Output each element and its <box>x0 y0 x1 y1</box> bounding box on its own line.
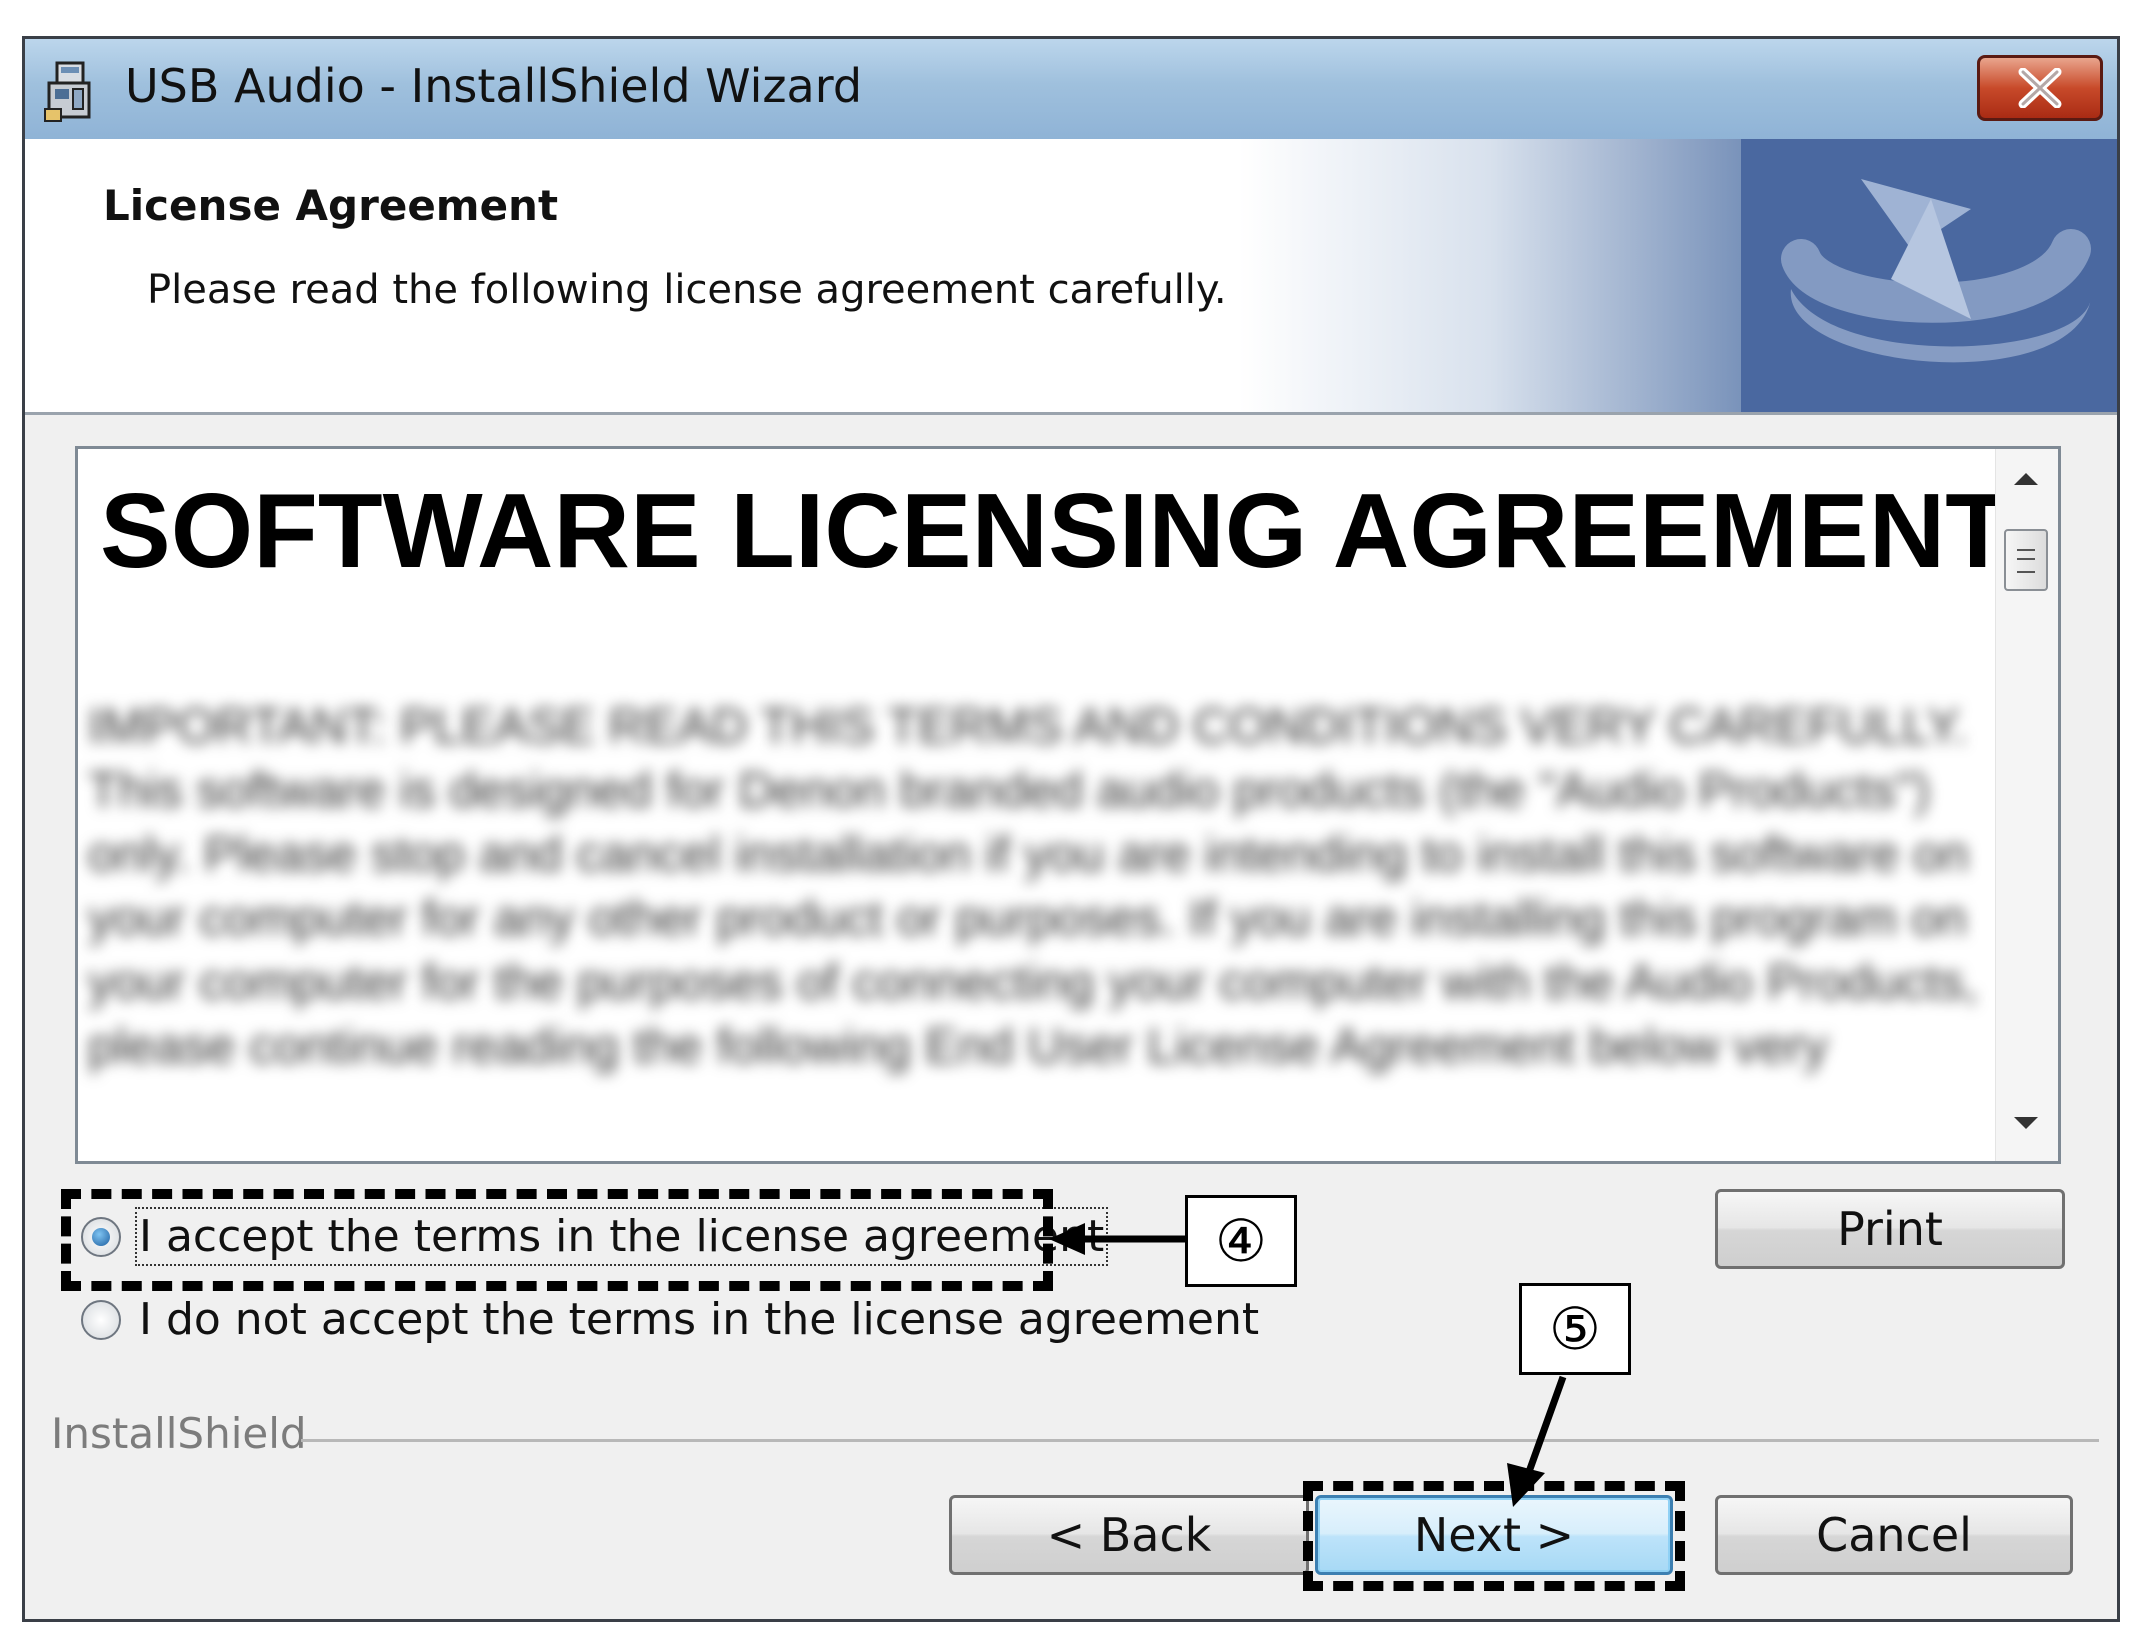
back-button[interactable]: < Back <box>949 1495 1309 1575</box>
scroll-down-arrow-icon[interactable] <box>2014 1117 2038 1129</box>
decline-label[interactable]: I do not accept the terms in the license… <box>139 1294 1259 1345</box>
step5-callout: ⑤ <box>1519 1283 1631 1375</box>
installshield-wizard-window: USB Audio - InstallShield Wizard License… <box>22 36 2120 1622</box>
scroll-thumb[interactable] <box>2004 529 2048 591</box>
page-title: License Agreement <box>103 181 559 230</box>
installer-app-icon <box>44 61 91 122</box>
footer-divider <box>301 1439 2099 1442</box>
cancel-button[interactable]: Cancel <box>1715 1495 2073 1575</box>
title-bar[interactable]: USB Audio - InstallShield Wizard <box>25 39 2117 141</box>
license-body-text: IMPORTANT: PLEASE READ THIS TERMS AND CO… <box>88 698 1978 1074</box>
window-title: USB Audio - InstallShield Wizard <box>125 59 863 113</box>
wizard-header-panel: License Agreement Please read the follow… <box>25 139 2117 415</box>
step4-highlight-box <box>61 1189 1053 1291</box>
installshield-brand-label: InstallShield <box>51 1409 307 1458</box>
vertical-scrollbar[interactable] <box>1995 449 2058 1161</box>
scroll-up-arrow-icon[interactable] <box>2014 473 2038 485</box>
license-heading: SOFTWARE LICENSING AGREEMENT <box>100 472 2011 590</box>
page-subtitle: Please read the following license agreem… <box>147 267 1227 313</box>
print-button[interactable]: Print <box>1715 1189 2065 1269</box>
step4-callout: ④ <box>1185 1195 1297 1287</box>
decline-option[interactable]: I do not accept the terms in the license… <box>81 1294 1259 1345</box>
close-x-icon <box>2018 68 2062 108</box>
step5-highlight-box <box>1303 1481 1685 1591</box>
step4-arrow-icon <box>1049 1223 1191 1255</box>
close-button[interactable] <box>1977 55 2103 121</box>
license-text-area[interactable]: SOFTWARE LICENSING AGREEMENT IMPORTANT: … <box>75 446 2061 1164</box>
installshield-logo-icon <box>1741 139 2117 412</box>
decline-radio[interactable] <box>81 1299 121 1340</box>
